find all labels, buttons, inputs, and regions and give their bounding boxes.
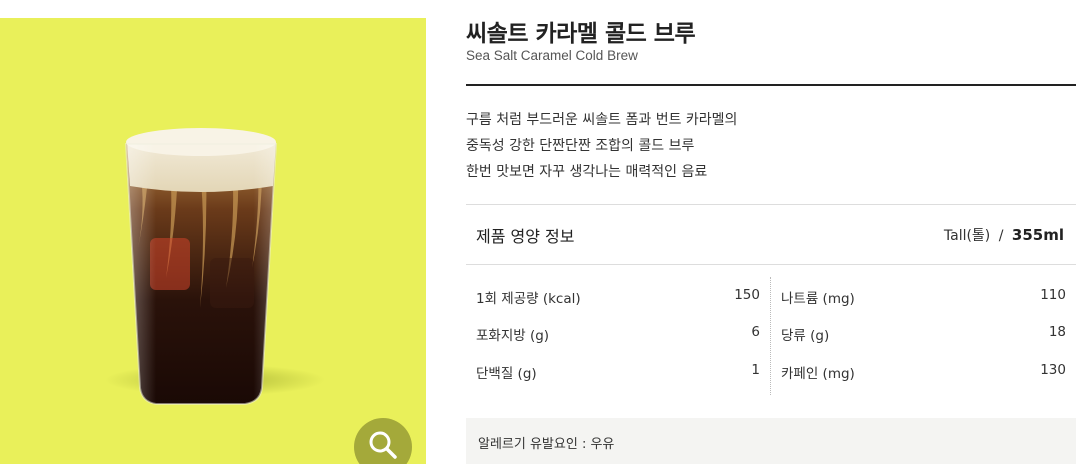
nutrition-column-right: 나트륨 (mg) 110 당류 (g) 18 카페인 (mg) 130 xyxy=(770,277,1076,395)
nutrition-value: 6 xyxy=(751,324,760,340)
magnifier-icon xyxy=(366,428,400,464)
nutrition-label: 포화지방 (g) xyxy=(476,328,550,344)
nutrition-value: 18 xyxy=(1048,324,1066,340)
product-name-english: Sea Salt Caramel Cold Brew xyxy=(466,48,638,63)
nutrition-label: 1회 제공량 (kcal) xyxy=(476,291,581,307)
product-description: 구름 처럼 부드러운 씨솔트 폼과 번트 카라멜의 중독성 강한 단짠단짠 조합… xyxy=(466,107,737,185)
nutrition-value: 110 xyxy=(1040,287,1066,303)
title-divider xyxy=(466,84,1076,86)
nutrition-row: 나트륨 (mg) 110 xyxy=(771,287,1076,307)
nutrition-label: 단백질 (g) xyxy=(476,366,537,382)
description-line: 구름 처럼 부드러운 씨솔트 폼과 번트 카라멜의 xyxy=(466,112,738,128)
size-separator: / xyxy=(998,228,1004,244)
nutrition-value: 1 xyxy=(751,362,760,378)
nutrition-title: 제품 영양 정보 xyxy=(476,227,575,246)
product-name-korean: 씨솔트 카라멜 콜드 브루 xyxy=(466,21,696,47)
description-line: 한번 맛보면 자꾸 생각나는 매력적인 음료 xyxy=(466,164,708,180)
nutrition-row: 포화지방 (g) 6 xyxy=(466,324,770,344)
nutrition-header: 제품 영양 정보 Tall(톨) / 355ml xyxy=(466,204,1076,265)
allergy-info-box: 알레르기 유발요인 : 우유 xyxy=(466,418,1076,464)
nutrition-label: 나트륨 (mg) xyxy=(781,291,855,307)
nutrition-row: 당류 (g) 18 xyxy=(771,324,1076,344)
nutrition-table: 1회 제공량 (kcal) 150 포화지방 (g) 6 단백질 (g) 1 나… xyxy=(466,277,1076,395)
nutrition-label: 당류 (g) xyxy=(781,328,830,344)
nutrition-row: 카페인 (mg) 130 xyxy=(771,362,1076,382)
nutrition-value: 130 xyxy=(1040,362,1066,378)
nutrition-value: 150 xyxy=(734,287,760,303)
serving-size: Tall(톨) / 355ml xyxy=(944,225,1064,245)
size-label: Tall(톨) xyxy=(943,228,991,244)
allergy-text: 알레르기 유발요인 : 우유 xyxy=(478,437,615,452)
nutrition-row: 1회 제공량 (kcal) 150 xyxy=(466,287,770,307)
description-line: 중독성 강한 단짠단짠 조합의 콜드 브루 xyxy=(466,138,695,154)
product-image xyxy=(0,18,426,464)
nutrition-row: 단백질 (g) 1 xyxy=(466,362,770,382)
nutrition-column-left: 1회 제공량 (kcal) 150 포화지방 (g) 6 단백질 (g) 1 xyxy=(466,277,770,395)
product-image-panel xyxy=(0,18,426,464)
volume-value: 355ml xyxy=(1011,226,1064,244)
nutrition-label: 카페인 (mg) xyxy=(781,366,855,382)
product-detail-page: 씨솔트 카라멜 콜드 브루 Sea Salt Caramel Cold Brew… xyxy=(0,0,1079,464)
